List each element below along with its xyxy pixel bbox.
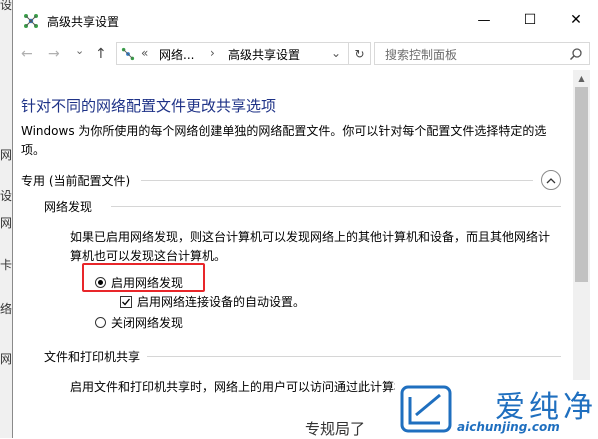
bg-fragment: 卡 [0,258,13,272]
checkbox-label: 启用网络连接设备的自动设置。 [137,295,306,309]
page-title: 针对不同的网络配置文件更改共享选项 [21,97,277,115]
watermark: 爱纯净 aichunjing.com [395,380,598,438]
bg-fragment: 设 [0,0,13,12]
advanced-sharing-window: 高级共享设置 — ☐ ✕ ← → ⌄ ↑ « 网络... › 高级共享设置 ⌄ … [12,0,598,438]
divider [141,180,533,181]
bg-fragment: 设 [0,189,13,203]
address-bar[interactable]: « 网络... › 高级共享设置 ⌄ [116,42,349,65]
close-button[interactable]: ✕ [553,0,598,40]
bg-fragment: 网 [0,352,13,366]
scroll-up-arrow-icon[interactable]: ▲ [573,70,590,87]
search-icon [569,48,582,61]
network-discovery-description: 如果已启用网络发现，则这台计算机可以发现网络上的其他计算机和设备，而且其他网络计… [70,230,551,263]
chevron-up-icon [546,177,556,183]
chevron-down-icon[interactable]: ⌄ [331,46,341,60]
up-arrow-icon[interactable]: ↑ [95,46,107,62]
checkbox-checked-icon[interactable] [120,295,132,308]
forward-arrow-icon[interactable]: → [48,46,60,62]
highlight-box [82,263,205,292]
minimize-button[interactable]: — [461,0,507,40]
network-icon [121,47,135,61]
divider [111,206,561,207]
radio-disable-discovery[interactable]: 关闭网络发现 [95,314,183,331]
refresh-button[interactable]: ↻ [349,42,371,65]
search-placeholder: 搜索控制面板 [385,48,458,62]
scrollbar-thumb[interactable] [575,87,588,282]
page-description: Windows 为你所使用的每个网络创建单独的网络配置文件。你可以针对每个配置文… [21,124,547,157]
brand-logo-icon [400,385,452,433]
breadcrumb-network[interactable]: 网络... [159,46,194,63]
profile-label: 专用 (当前配置文件) [21,174,131,188]
maximize-button[interactable]: ☐ [507,0,553,40]
back-arrow-icon[interactable]: ← [21,46,33,62]
divider [147,356,561,357]
breadcrumb-overflow-icon[interactable]: « [141,46,148,60]
search-input[interactable]: 搜索控制面板 [374,42,590,65]
network-icon [24,14,38,28]
bg-fragment: 网 [0,216,13,230]
checkbox-auto-setup[interactable]: 启用网络连接设备的自动设置。 [120,293,305,310]
bg-fragment: 网 [0,148,13,162]
recent-locations-icon[interactable]: ⌄ [75,44,84,57]
bg-fragment: 络 [0,302,13,316]
watermark-url: aichunjing.com [457,420,560,434]
window-title: 高级共享设置 [47,15,120,29]
collapse-button[interactable] [541,170,561,190]
background-fragment: 专规局了 [305,420,366,438]
radio-unselected-icon[interactable] [95,317,106,328]
network-discovery-title: 网络发现 [44,200,93,214]
radio-label: 关闭网络发现 [111,316,184,330]
title-bar[interactable]: 高级共享设置 — ☐ ✕ [13,0,598,40]
breadcrumb-advanced-sharing[interactable]: 高级共享设置 [228,46,300,63]
file-printer-sharing-title: 文件和打印机共享 [44,350,141,364]
checkmark-icon [122,298,131,305]
breadcrumb-separator-icon: › [210,46,215,60]
